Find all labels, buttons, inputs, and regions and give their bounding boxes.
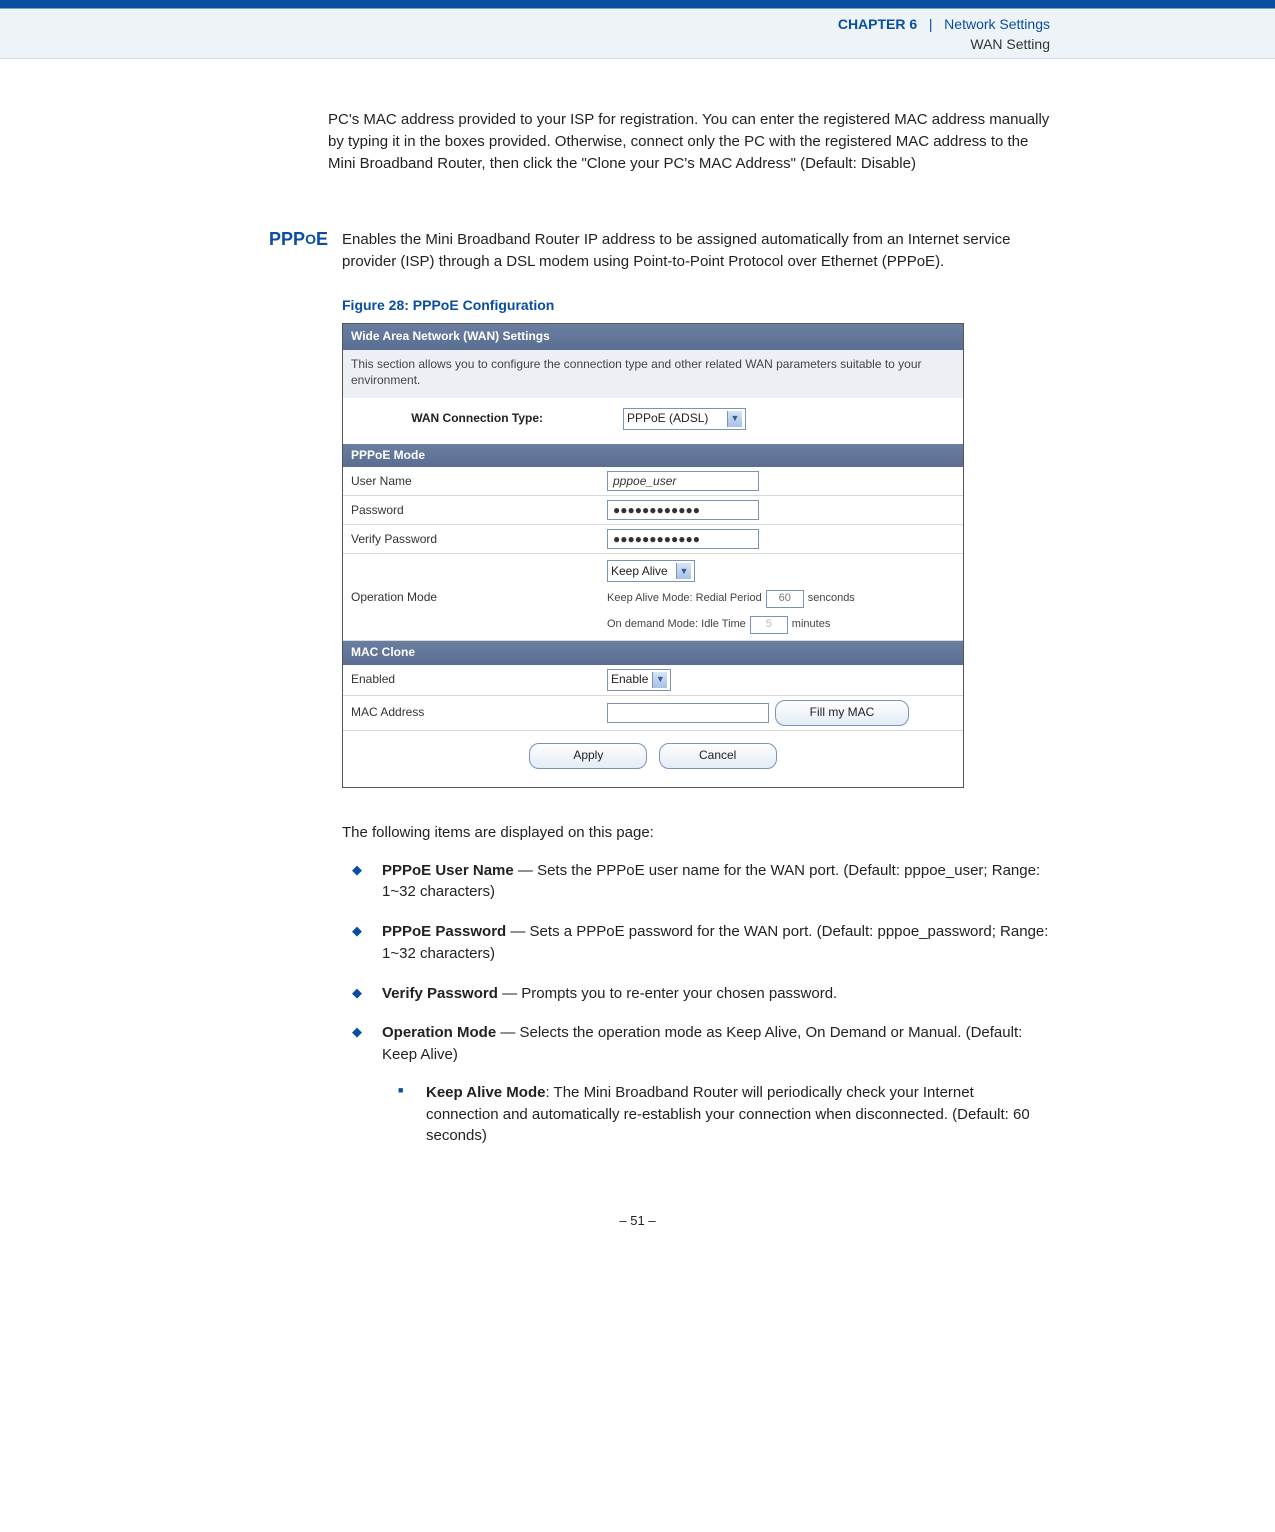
mac-address-input[interactable] <box>607 703 769 723</box>
sub-list-item: Keep Alive Mode: The Mini Broadband Rout… <box>412 1082 1050 1147</box>
header-separator: | <box>921 16 940 32</box>
wan-connection-type-label: WAN Connection Type: <box>343 410 623 427</box>
chapter-title: Network Settings <box>944 16 1050 32</box>
pppoe-heading: PPPOE <box>230 229 342 1165</box>
operation-mode-select[interactable]: Keep Alive ▼ <box>607 560 695 582</box>
chevron-down-icon: ▼ <box>676 563 691 579</box>
keep-alive-text-2: senconds <box>804 591 859 607</box>
item-title: PPPoE User Name <box>382 862 514 879</box>
keep-alive-text-1: Keep Alive Mode: Redial Period <box>607 591 766 607</box>
pppoe-description: Enables the Mini Broadband Router IP add… <box>342 229 1050 273</box>
mac-address-label: MAC Address <box>343 699 599 726</box>
password-label: Password <box>343 497 599 524</box>
apply-button[interactable]: Apply <box>529 743 647 769</box>
page-number: – 51 – <box>0 1213 1275 1258</box>
list-item: Verify Password — Prompts you to re-ente… <box>368 983 1050 1005</box>
mac-clone-enabled-select[interactable]: Enable ▼ <box>607 669 671 691</box>
enabled-label: Enabled <box>343 666 599 693</box>
on-demand-text-1: On demand Mode: Idle Time <box>607 617 750 633</box>
panel-description: This section allows you to configure the… <box>343 350 963 398</box>
item-title: Operation Mode <box>382 1024 496 1041</box>
operation-mode-value: Keep Alive <box>611 563 668 580</box>
chevron-down-icon: ▼ <box>727 411 742 427</box>
pppoe-mode-header: PPPoE Mode <box>343 444 963 467</box>
page-header: CHAPTER 6 | Network Settings WAN Setting <box>0 8 1275 59</box>
password-input[interactable]: ●●●●●●●●●●●● <box>607 500 759 520</box>
chapter-label: CHAPTER 6 <box>838 16 917 32</box>
user-name-label: User Name <box>343 468 599 495</box>
chevron-down-icon: ▼ <box>652 672 667 688</box>
list-item: PPPoE User Name — Sets the PPPoE user na… <box>368 860 1050 904</box>
item-text: — Prompts you to re-enter your chosen pa… <box>498 985 837 1002</box>
idle-time-input[interactable]: 5 <box>750 616 788 634</box>
top-accent-bar <box>0 0 1275 8</box>
wan-connection-type-value: PPPoE (ADSL) <box>627 410 708 427</box>
panel-title: Wide Area Network (WAN) Settings <box>343 324 963 349</box>
on-demand-text-2: minutes <box>788 617 835 633</box>
user-name-input[interactable]: pppoe_user <box>607 471 759 491</box>
figure-caption: Figure 28: PPPoE Configuration <box>342 295 1050 315</box>
mac-clone-enabled-value: Enable <box>611 671 648 688</box>
verify-password-input[interactable]: ●●●●●●●●●●●● <box>607 529 759 549</box>
sub-item-title: Keep Alive Mode <box>426 1084 545 1101</box>
wan-settings-figure: Wide Area Network (WAN) Settings This se… <box>342 323 964 788</box>
fill-my-mac-button[interactable]: Fill my MAC <box>775 700 909 726</box>
item-title: Verify Password <box>382 985 498 1002</box>
cancel-button[interactable]: Cancel <box>659 743 777 769</box>
wan-connection-type-select[interactable]: PPPoE (ADSL) ▼ <box>623 408 746 430</box>
mac-clone-header: MAC Clone <box>343 641 963 664</box>
feature-list: PPPoE User Name — Sets the PPPoE user na… <box>342 860 1050 1148</box>
chapter-subtitle: WAN Setting <box>970 36 1050 52</box>
list-item: PPPoE Password — Sets a PPPoE password f… <box>368 921 1050 965</box>
list-item: Operation Mode — Selects the operation m… <box>368 1022 1050 1147</box>
item-title: PPPoE Password <box>382 923 506 940</box>
continuation-paragraph: PC's MAC address provided to your ISP fo… <box>328 109 1050 174</box>
redial-period-input[interactable]: 60 <box>766 590 804 608</box>
items-intro: The following items are displayed on thi… <box>342 822 1050 844</box>
operation-mode-label: Operation Mode <box>343 584 599 611</box>
verify-password-label: Verify Password <box>343 526 599 553</box>
